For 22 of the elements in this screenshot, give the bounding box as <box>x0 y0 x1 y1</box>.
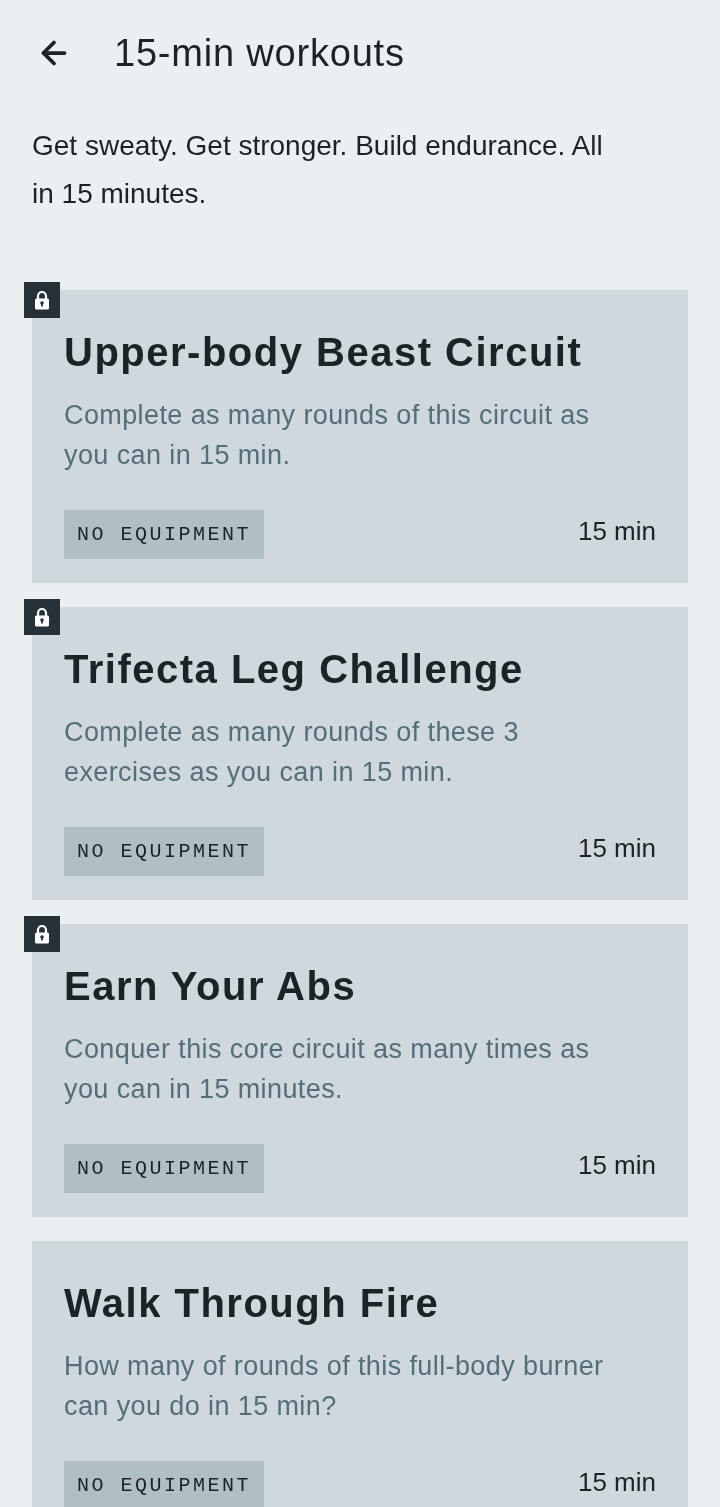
workout-card[interactable]: Walk Through Fire How many of rounds of this full-body burner can you do in 15 min? NO EQUIPMENT 15 min <box>32 1241 688 1507</box>
page-title: 15-min workouts <box>114 31 405 76</box>
intro-text: Get sweaty. Get stronger. Build endurance. All in 15 minutes. <box>32 129 604 211</box>
workout-description: Complete as many rounds of this circuit as you can in 15 min. <box>64 399 591 472</box>
workout-title: Trifecta Leg Challenge <box>64 646 525 693</box>
workout-description: How many of rounds of this full-body burner can you do in 15 min? <box>64 1350 605 1423</box>
duration-label: 15 min <box>577 1466 656 1499</box>
equipment-tag: NO EQUIPMENT <box>64 827 265 876</box>
workout-description: Conquer this core circuit as many times as you can in 15 minutes. <box>64 1033 591 1106</box>
workout-description: Complete as many rounds of these 3 exercises as you can in 15 min. <box>64 716 520 789</box>
equipment-tag: NO EQUIPMENT <box>64 510 265 559</box>
workout-title: Earn Your Abs <box>64 963 358 1010</box>
workout-title: Walk Through Fire <box>64 1280 441 1327</box>
duration-label: 15 min <box>577 1149 656 1182</box>
workout-card[interactable]: Earn Your Abs Conquer this core circuit as many times as you can in 15 minutes. NO EQUIPMENT 15 min <box>32 924 688 1217</box>
duration-label: 15 min <box>577 832 656 865</box>
equipment-tag: NO EQUIPMENT <box>64 1461 265 1507</box>
workout-card[interactable]: Upper-body Beast Circuit Complete as many rounds of this circuit as you can in 15 min. NO EQUIPMENT 15 min <box>32 290 688 583</box>
duration-label: 15 min <box>577 515 656 548</box>
workout-title: Upper-body Beast Circuit <box>64 329 584 376</box>
workout-card[interactable]: Trifecta Leg Challenge Complete as many rounds of these 3 exercises as you can in 15 min. NO EQUIPMENT 15 min <box>32 607 688 900</box>
equipment-tag: NO EQUIPMENT <box>64 1144 265 1193</box>
